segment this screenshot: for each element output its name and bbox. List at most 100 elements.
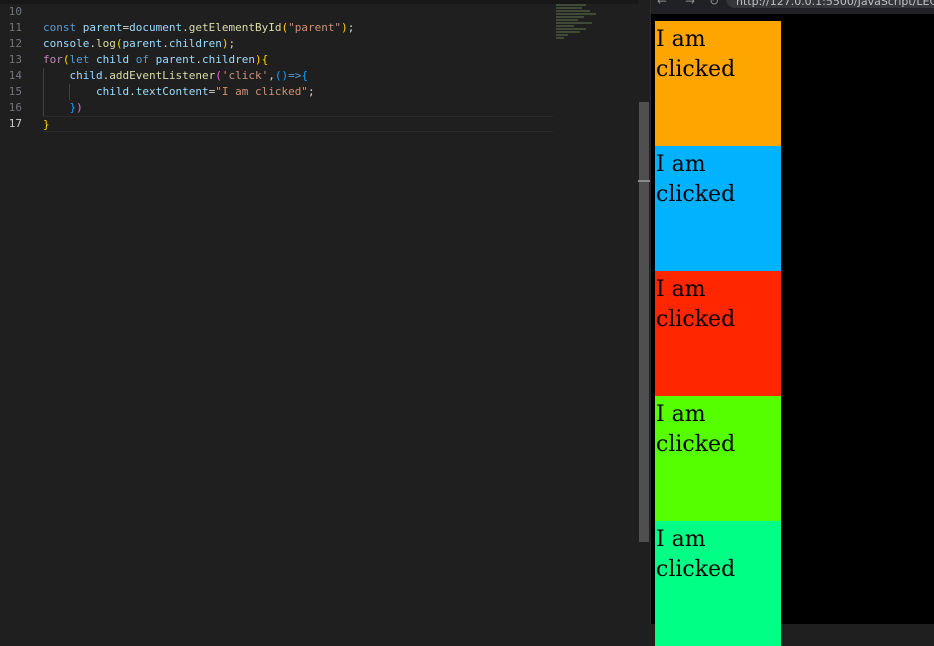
code-token: children [202, 53, 255, 66]
code-token: { [301, 69, 308, 82]
code-token: log [95, 37, 116, 50]
code-token: console [43, 37, 90, 50]
code-token: . [89, 37, 96, 50]
code-token: addEventListener [109, 69, 216, 82]
minimap-line [556, 25, 574, 27]
line-number-gutter: 10 11 12 13 14 15 16 17 [0, 4, 36, 132]
indent-guide [43, 100, 44, 116]
code-token: 'click' [221, 69, 269, 82]
minimap-line [556, 10, 590, 12]
address-bar[interactable]: http://127.0.0.1:5500/JavaScript/LECTURE [726, 0, 934, 8]
line-number: 14 [8, 69, 22, 82]
code-token: { [261, 53, 269, 66]
code-token: "parent" [288, 21, 342, 34]
code-token: child [95, 85, 130, 98]
child-box[interactable]: I am clicked [655, 146, 781, 271]
code-token: child [96, 53, 136, 66]
code-token: child [69, 69, 103, 82]
minimap-line [556, 13, 596, 15]
code-token: of [135, 53, 156, 66]
minimap-line [556, 37, 564, 39]
code-token: ; [307, 85, 315, 98]
child-box-label: I am clicked [656, 277, 736, 332]
code-token: let [69, 53, 96, 66]
code-line[interactable]: }) [43, 100, 553, 116]
code-token: . [182, 21, 189, 34]
url-text[interactable]: http://127.0.0.1:5500/JavaScript/LECTURE [736, 0, 934, 8]
code-token: . [162, 37, 169, 50]
code-token: ( [62, 53, 70, 66]
code-token: "I am clicked" [215, 85, 308, 98]
child-box[interactable]: I am clicked [655, 521, 781, 646]
arrow-left-icon: ← [657, 0, 668, 8]
minimap-line [556, 31, 580, 33]
minimap-line [556, 4, 586, 6]
line-number: 13 [8, 53, 22, 66]
code-token: } [43, 118, 50, 131]
line-number: 16 [8, 101, 22, 114]
minimap-line [556, 19, 578, 21]
arrow-right-icon: → [685, 0, 696, 8]
child-box-label: I am clicked [656, 402, 736, 457]
child-box[interactable]: I am clicked [655, 21, 781, 146]
code-editor[interactable]: 10 11 12 13 14 15 16 17 const parent=document.g… [0, 0, 638, 624]
child-box-label: I am clicked [656, 527, 736, 582]
code-token: children [168, 37, 222, 50]
code-token: parent [82, 21, 123, 34]
code-token: document [129, 21, 183, 34]
code-token: getElementById [188, 21, 282, 34]
minimap-line [556, 22, 592, 24]
line-number: 11 [8, 21, 22, 34]
code-token: () [274, 69, 289, 82]
browser-toolbar: ← → ↻ http://127.0.0.1:5500/JavaScript/L… [651, 0, 934, 14]
code-token: for [43, 53, 63, 66]
reload-icon: ↻ [709, 0, 720, 8]
indent-guide [43, 68, 44, 84]
child-box[interactable]: I am clicked [655, 396, 781, 521]
browser-preview: ← → ↻ http://127.0.0.1:5500/JavaScript/L… [651, 0, 934, 646]
code-token: ; [347, 21, 355, 34]
code-token: , [268, 69, 275, 82]
code-token: const [43, 21, 83, 34]
code-token: ; [228, 37, 236, 50]
minimap-line [556, 28, 586, 30]
code-line[interactable] [43, 4, 553, 20]
reload-button[interactable]: ↻ [709, 0, 719, 8]
scrollbar-cursor-marker [638, 180, 650, 182]
code-line[interactable]: } [43, 116, 553, 132]
code-token: ( [215, 69, 222, 82]
minimap-line [556, 16, 584, 18]
code-token: ) [254, 53, 262, 66]
code-token: parent [155, 53, 196, 66]
minimap-line [556, 34, 568, 36]
line-number: 10 [8, 5, 22, 18]
child-box-label: I am clicked [656, 27, 736, 82]
code-line[interactable]: child.textContent="I am clicked"; [43, 84, 553, 100]
code-token: textContent [135, 85, 209, 98]
code-token: => [288, 69, 302, 82]
code-token: ) [341, 21, 348, 34]
back-button[interactable]: ← [657, 0, 667, 8]
forward-button[interactable]: → [685, 0, 695, 8]
code-line[interactable]: child.addEventListener('click',()=>{ [43, 68, 553, 84]
line-number: 15 [8, 85, 22, 98]
child-box[interactable]: I am clicked [655, 271, 781, 396]
code-token: . [195, 53, 202, 66]
code-line[interactable]: const parent=document.getElementById("pa… [43, 20, 553, 36]
indent-guide [43, 84, 44, 100]
minimap-line [556, 7, 582, 9]
indent-guide [69, 84, 70, 100]
code-token: ) [76, 101, 83, 114]
scrollbar-thumb[interactable] [639, 102, 649, 542]
code-line[interactable]: for(let child of parent.children){ [43, 52, 553, 68]
minimap[interactable] [556, 4, 626, 44]
line-number: 17 [8, 117, 22, 130]
line-number: 12 [8, 37, 22, 50]
code-token: . [129, 85, 136, 98]
code-area[interactable]: const parent=document.getElementById("pa… [43, 4, 553, 132]
editor-scrollbar[interactable] [638, 0, 650, 624]
code-line[interactable]: console.log(parent.children); [43, 36, 553, 52]
child-box-label: I am clicked [656, 152, 736, 207]
